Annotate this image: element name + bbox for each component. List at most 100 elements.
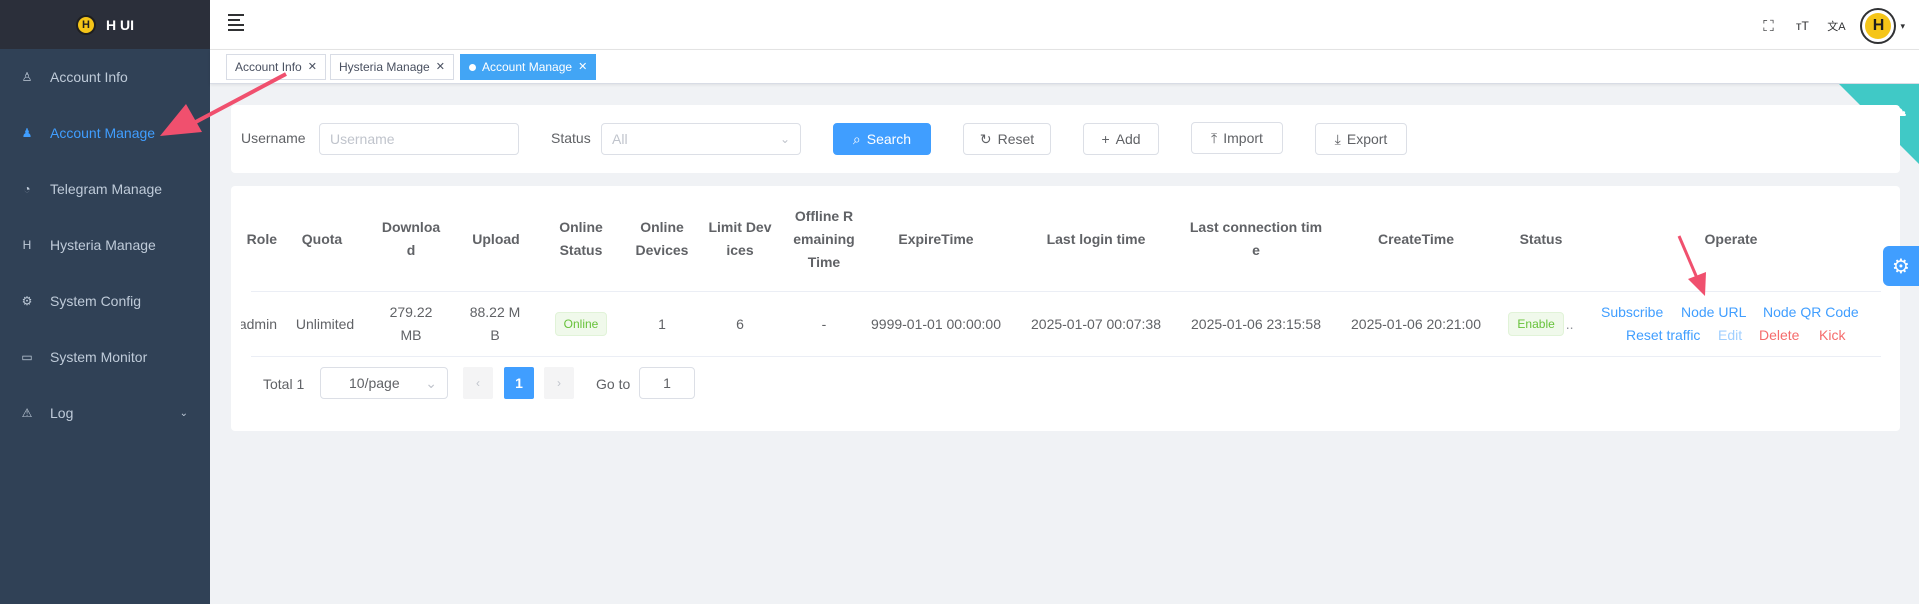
- cell-role: admin: [241, 315, 277, 332]
- cell-upload: 88.22 MB: [469, 304, 521, 343]
- goto-page-input[interactable]: 1: [639, 367, 695, 399]
- reset-traffic-link[interactable]: Reset traffic: [1626, 327, 1700, 343]
- node-qr-code-link[interactable]: Node QR Code: [1763, 304, 1859, 320]
- online-status-badge: Online: [554, 312, 608, 336]
- status-select-value: All: [612, 131, 628, 147]
- status-select[interactable]: All ⌄: [601, 123, 801, 155]
- cell-last-login: 2025-01-07 00:07:38: [1031, 315, 1161, 332]
- header-download: Download: [381, 219, 441, 258]
- kick-link[interactable]: Kick: [1819, 327, 1845, 343]
- hamburger-icon[interactable]: [228, 14, 246, 32]
- search-button-label: Search: [866, 131, 912, 147]
- edit-link[interactable]: Edit: [1718, 327, 1742, 343]
- page-size-select[interactable]: 10/page ⌄: [320, 367, 448, 399]
- header-offline-remaining: Offline Remaining Time: [793, 207, 855, 270]
- logo-icon: H: [76, 14, 96, 35]
- cell-create-time: 2025-01-06 20:21:00: [1351, 315, 1481, 332]
- status-badge: Enable: [1508, 312, 1564, 336]
- sidebar-item-system-config[interactable]: ⚙ System Config: [0, 273, 210, 329]
- search-button[interactable]: ⌕ Search: [833, 123, 931, 155]
- chevron-down-icon: ⌄: [179, 407, 188, 419]
- active-dot-icon: [469, 63, 476, 71]
- pagination-total: Total 1: [263, 376, 305, 392]
- sidebar-item-label: Account Manage: [50, 125, 156, 141]
- sidebar-item-label: System Config: [50, 293, 142, 309]
- header-expire-time: ExpireTime: [898, 230, 974, 247]
- tag-hysteria-manage[interactable]: Hysteria Manage ✕: [330, 54, 454, 80]
- delete-link[interactable]: Delete: [1759, 327, 1799, 343]
- page-size-value: 10/page: [349, 375, 400, 391]
- ellipsis-icon: ..: [1565, 315, 1574, 332]
- username-input[interactable]: Username: [319, 123, 519, 155]
- bell-icon: ◔: [23, 182, 31, 196]
- tag-label: Account Info: [235, 60, 302, 74]
- sidebar-item-label: Account Info: [50, 69, 128, 85]
- cell-download: 279.22 MB: [389, 304, 433, 343]
- header-status: Status: [1519, 230, 1563, 247]
- username-label: Username: [241, 130, 306, 146]
- tag-label: Account Manage: [482, 60, 573, 74]
- settings-panel-toggle[interactable]: ⚙: [1883, 246, 1919, 286]
- sidebar-item-label: Hysteria Manage: [50, 237, 156, 253]
- sidebar-item-hysteria-manage[interactable]: H Hysteria Manage: [0, 217, 210, 273]
- header-online-status: Online Status: [559, 219, 603, 258]
- font-size-icon[interactable]: ᴛT: [1792, 19, 1812, 33]
- prev-page-button[interactable]: ‹: [463, 367, 493, 399]
- sidebar-item-system-monitor[interactable]: ▭ System Monitor: [0, 329, 210, 385]
- user-icon: ♙: [21, 70, 33, 84]
- close-icon[interactable]: ✕: [578, 55, 587, 79]
- header-role: Role: [246, 230, 277, 247]
- monitor-icon: ▭: [21, 350, 33, 364]
- gear-icon: ⚙: [1892, 255, 1910, 278]
- header-online-devices: Online Devices: [635, 219, 689, 258]
- avatar[interactable]: H: [1860, 8, 1897, 44]
- search-icon: ⌕: [852, 130, 861, 147]
- sidebar-item-account-manage[interactable]: ♟ Account Manage: [0, 105, 210, 161]
- page-number-button[interactable]: 1: [504, 367, 534, 399]
- cell-quota: Unlimited: [295, 315, 355, 332]
- search-form: Username Username Status All ⌄ ⌕ Search …: [231, 105, 1900, 173]
- cell-status: Enable ..: [1501, 292, 1581, 356]
- tags-view: Account Info ✕ Hysteria Manage ✕ Account…: [210, 50, 1919, 84]
- close-icon[interactable]: ✕: [436, 55, 445, 79]
- cell-online-devices: 1: [658, 315, 666, 332]
- close-icon[interactable]: ✕: [308, 55, 317, 79]
- cell-online-status: Online: [546, 292, 616, 356]
- header-last-connection: Last connection time: [1189, 219, 1323, 258]
- sidebar-item-label: System Monitor: [50, 349, 148, 365]
- reset-button-label: Reset: [997, 131, 1035, 147]
- cell-limit-devices: 6: [736, 315, 744, 332]
- tag-account-info[interactable]: Account Info ✕: [226, 54, 326, 80]
- subscribe-link[interactable]: Subscribe: [1601, 304, 1663, 320]
- cell-last-connection: 2025-01-06 23:15:58: [1191, 315, 1321, 332]
- chevron-right-icon: ›: [557, 376, 561, 390]
- add-button[interactable]: + Add: [1083, 123, 1159, 155]
- reset-button[interactable]: ↻ Reset: [963, 123, 1051, 155]
- chevron-down-icon: ⌄: [779, 132, 790, 146]
- plus-icon: +: [1101, 131, 1110, 147]
- translate-icon[interactable]: 文A: [1826, 18, 1846, 34]
- fullscreen-icon[interactable]: ⛶: [1758, 18, 1778, 35]
- caret-down-icon[interactable]: ▾: [1900, 21, 1905, 32]
- tag-label: Hysteria Manage: [339, 60, 430, 74]
- warning-icon: ⚠: [21, 406, 33, 420]
- import-button[interactable]: ⤒ Import: [1191, 122, 1283, 154]
- sidebar-item-log[interactable]: ⚠ Log ⌄: [0, 385, 210, 441]
- import-button-label: Import: [1223, 130, 1263, 146]
- header-quota: Quota: [301, 230, 343, 247]
- export-button[interactable]: ⤓ Export: [1315, 123, 1407, 155]
- goto-label: Go to: [596, 376, 631, 392]
- header-operate: Operate: [1704, 230, 1758, 247]
- node-url-link[interactable]: Node URL: [1681, 304, 1746, 320]
- next-page-button[interactable]: ›: [544, 367, 574, 399]
- status-label: Status: [551, 130, 591, 146]
- gear-icon: ⚙: [21, 294, 33, 308]
- header-last-login: Last login time: [1046, 230, 1146, 247]
- export-button-label: Export: [1346, 131, 1388, 147]
- sidebar-item-telegram-manage[interactable]: ◔ Telegram Manage: [0, 161, 210, 217]
- sidebar-item-account-info[interactable]: ♙ Account Info: [0, 49, 210, 105]
- header-upload: Upload: [472, 230, 520, 247]
- users-icon: ♟: [21, 126, 33, 140]
- download-icon: ⤓: [1334, 130, 1341, 147]
- tag-account-manage[interactable]: Account Manage ✕: [460, 54, 597, 80]
